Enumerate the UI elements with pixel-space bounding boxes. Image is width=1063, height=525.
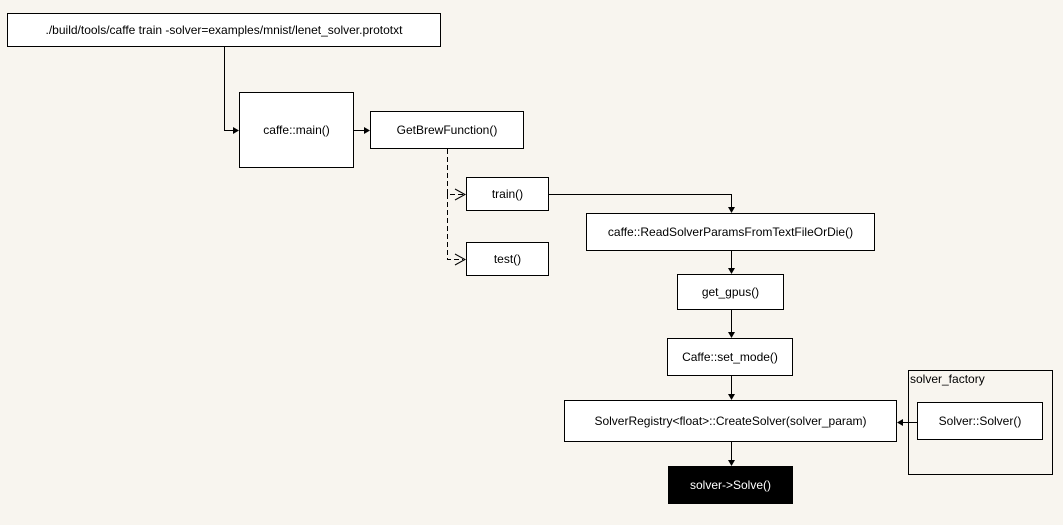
node-set-mode[interactable]: Caffe::set_mode() (667, 338, 793, 376)
node-read-solver-params[interactable]: caffe::ReadSolverParamsFromTextFileOrDie… (586, 213, 875, 251)
node-create-solver[interactable]: SolverRegistry<float>::CreateSolver(solv… (564, 400, 897, 442)
node-solver-constructor[interactable]: Solver::Solver() (917, 402, 1043, 440)
node-main[interactable]: caffe::main() (239, 92, 354, 168)
node-command[interactable]: ./build/tools/caffe train -solver=exampl… (7, 13, 441, 47)
node-get-gpus[interactable]: get_gpus() (677, 274, 784, 310)
edge-command-main (224, 47, 236, 131)
group-label: solver_factory (910, 372, 985, 386)
node-get-brew-function[interactable]: GetBrewFunction() (370, 111, 524, 149)
edge-getbrew-train (447, 149, 463, 195)
edge-train-read (549, 194, 732, 210)
node-test[interactable]: test() (466, 242, 549, 276)
arrowhead (897, 419, 903, 426)
edge-getbrew-test (447, 194, 463, 260)
node-train[interactable]: train() (466, 177, 549, 211)
node-solve[interactable]: solver->Solve() (668, 466, 793, 504)
